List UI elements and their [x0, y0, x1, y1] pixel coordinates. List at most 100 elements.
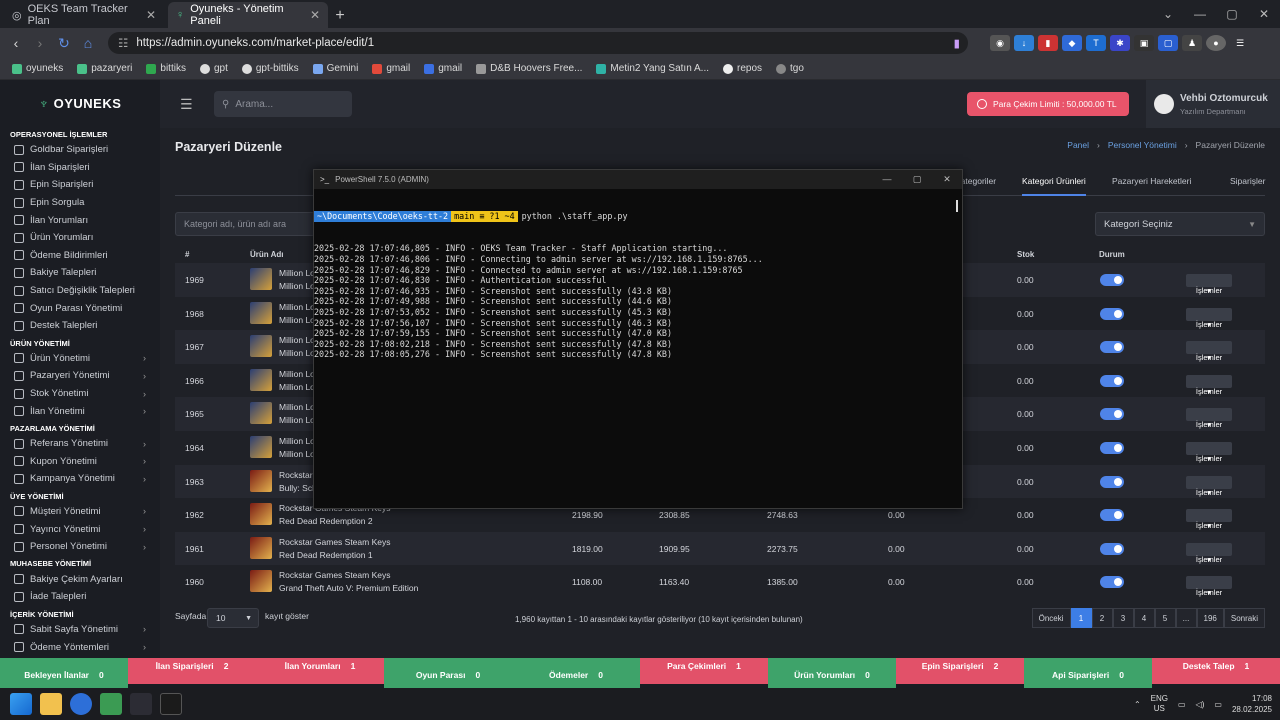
page-button[interactable]: 1 [1070, 608, 1092, 628]
status-toggle[interactable] [1100, 341, 1124, 354]
extensions-puzzle-icon[interactable]: ▢ [1158, 35, 1178, 51]
category-select[interactable]: Kategori Seçiniz ▼ [1095, 212, 1265, 236]
bookmark-gmail[interactable]: gmail [418, 63, 468, 74]
sidebar-item[interactable]: Kampanya Yönetimi › [0, 470, 160, 488]
powershell-window[interactable]: >_ PowerShell 7.5.0 (ADMIN) — ▢ ✕ ~\Docu… [313, 169, 963, 509]
close-icon[interactable]: ✕ [146, 8, 156, 22]
url-field[interactable]: ☷ https://admin.oyuneks.com/market-place… [108, 32, 968, 54]
actions-dropdown-button[interactable]: İşlemler ▾ [1186, 274, 1232, 295]
minimize-button[interactable]: — [872, 170, 902, 189]
bookmark-pazaryeri[interactable]: pazaryeri [71, 63, 138, 74]
actions-dropdown-button[interactable]: İşlemler ▾ [1186, 307, 1232, 329]
sidebar-item[interactable]: Ürün Yorumları [0, 229, 160, 247]
volume-icon[interactable]: ◁) [1196, 700, 1205, 709]
bookmark-bittiks[interactable]: bittiks [140, 63, 192, 74]
page-button[interactable]: 196 [1196, 608, 1224, 628]
actions-dropdown-button[interactable]: İşlemler ▾ [1186, 509, 1232, 530]
sidebar-item[interactable]: Referans Yönetimi › [0, 435, 160, 453]
network-icon[interactable]: ▭ [1178, 700, 1186, 709]
tab-search-icon[interactable]: ⌄ [1152, 7, 1184, 21]
page-button[interactable]: 2 [1091, 608, 1113, 628]
sidebar-item[interactable]: Sabit Sayfa Yönetimi › [0, 621, 160, 639]
sidebar-item[interactable]: Ödeme Yöntemleri › [0, 638, 160, 656]
home-icon[interactable]: ⌂ [76, 35, 100, 51]
actions-dropdown-button[interactable]: İşlemler ▾ [1186, 408, 1232, 429]
close-window-button[interactable]: ✕ [932, 170, 962, 189]
close-icon[interactable]: ✕ [310, 8, 320, 22]
extension-icon[interactable]: ◉ [990, 35, 1010, 51]
sidebar-item[interactable]: Pazaryeri Yönetimi › [0, 367, 160, 385]
logo[interactable]: ♆ OYUNEKS [0, 80, 160, 126]
actions-dropdown-button[interactable]: İşlemler ▾ [1186, 341, 1232, 362]
bookmark-tgo[interactable]: tgo [770, 63, 810, 74]
sidebar-item[interactable]: Satıcı Değişiklik Talepleri [0, 282, 160, 300]
extension-icon[interactable]: ▣ [1134, 35, 1154, 51]
user-profile[interactable]: Vehbi Oztomurcuk Yazılım Departmanı [1146, 80, 1280, 128]
sidebar-item[interactable]: İlan Yönetimi › [0, 402, 160, 420]
prev-page-button[interactable]: Önceki [1031, 608, 1071, 628]
actions-dropdown-button[interactable]: İşlemler ▾ [1186, 576, 1232, 597]
status-counter[interactable]: İlan Siparişleri 2 [128, 658, 256, 684]
browser-tab-admin[interactable]: ♀ Oyuneks - Yönetim Paneli ✕ [168, 2, 328, 28]
sidebar-item[interactable]: Personel Yönetimi › [0, 538, 160, 556]
sidebar-item[interactable]: Bakiye Çekim Ayarları [0, 570, 160, 588]
clock[interactable]: 17:08 28.02.2025 [1232, 693, 1272, 715]
extension-icon[interactable]: ▮ [1038, 35, 1058, 51]
status-counter[interactable]: Ödemeler 0 [512, 658, 640, 688]
status-toggle[interactable] [1100, 274, 1124, 286]
status-counter[interactable]: İlan Yorumları 1 [256, 658, 384, 684]
maximize-button[interactable]: ▢ [902, 170, 932, 189]
browser-icon[interactable] [70, 693, 92, 715]
bookmark-dnb[interactable]: D&B Hoovers Free... [470, 63, 588, 74]
search-input[interactable]: ⚲ Arama... [214, 91, 352, 117]
sidebar-item[interactable]: İade Talepleri [0, 588, 160, 606]
status-toggle[interactable] [1100, 542, 1124, 555]
minimize-button[interactable]: — [1184, 7, 1216, 21]
status-toggle[interactable] [1100, 441, 1124, 454]
windows-start-icon[interactable] [10, 693, 32, 715]
extension-icon[interactable]: T [1086, 35, 1106, 51]
avatar-icon[interactable]: ● [1206, 35, 1226, 51]
close-window-button[interactable]: ✕ [1248, 7, 1280, 21]
terminal-scrollbar[interactable] [956, 200, 958, 212]
next-page-button[interactable]: Sonraki [1223, 608, 1265, 628]
sidebar-item[interactable]: Epin Sorgula [0, 194, 160, 212]
back-icon[interactable]: ‹ [4, 35, 28, 51]
status-toggle[interactable] [1100, 408, 1124, 421]
menu-icon[interactable]: ☰ [1230, 35, 1250, 51]
withdraw-limit-badge[interactable]: Para Çekim Limiti : 50,000.00 TL [967, 92, 1129, 116]
actions-dropdown-button[interactable]: İşlemler ▾ [1186, 374, 1232, 396]
sidebar-item[interactable]: İlan Yorumları [0, 211, 160, 229]
terminal-output[interactable]: ~\Documents\Code\oeks-tt-2 main ≡ ?1 ~4 … [314, 189, 962, 381]
actions-dropdown-button[interactable]: İşlemler ▾ [1186, 542, 1232, 564]
sidebar-item[interactable]: Bakiye Talepleri [0, 264, 160, 282]
notepad-icon[interactable] [100, 693, 122, 715]
sidebar-item[interactable]: Ürün Yönetimi › [0, 350, 160, 368]
battery-icon[interactable]: ▭ [1214, 700, 1222, 709]
per-page-select[interactable]: 10 ▼ [207, 608, 259, 628]
powershell-titlebar[interactable]: >_ PowerShell 7.5.0 (ADMIN) — ▢ ✕ [314, 170, 962, 189]
forward-icon[interactable]: › [28, 35, 52, 51]
sidebar-item[interactable]: Oyun Parası Yönetimi [0, 299, 160, 317]
product-search-input[interactable]: Kategori adı, ürün adı ara [175, 212, 315, 236]
tab-siparisler[interactable]: Siparişler [1230, 176, 1265, 186]
chevron-up-icon[interactable]: ⌃ [1134, 700, 1141, 709]
bookmark-repos[interactable]: repos [717, 63, 768, 74]
terminal-icon[interactable] [130, 693, 152, 715]
status-toggle[interactable] [1100, 576, 1124, 589]
page-button[interactable]: 3 [1112, 608, 1134, 628]
extension-icon[interactable]: ✱ [1110, 35, 1130, 51]
status-counter[interactable]: Epin Siparişleri 2 [896, 658, 1024, 684]
extension-icon[interactable]: ↓ [1014, 35, 1034, 51]
status-counter[interactable]: Ürün Yorumları 0 [768, 658, 896, 688]
actions-dropdown-button[interactable]: İşlemler ▾ [1186, 441, 1232, 463]
status-counter[interactable]: Para Çekimleri 1 [640, 658, 768, 684]
new-tab-button[interactable]: + [328, 4, 352, 28]
sidebar-item[interactable]: Ödeme Bildirimleri [0, 247, 160, 265]
sidebar-item[interactable]: Yayıncı Yönetimi › [0, 520, 160, 538]
sidebar-item[interactable]: Epin Siparişleri [0, 176, 160, 194]
tab-kategori-urunleri[interactable]: Kategori Ürünleri [1022, 176, 1086, 196]
sidebar-item[interactable]: Müşteri Yönetimi › [0, 503, 160, 521]
bookmark-oyuneks[interactable]: oyuneks [6, 63, 69, 74]
profile-icon[interactable]: ♟ [1182, 35, 1202, 51]
